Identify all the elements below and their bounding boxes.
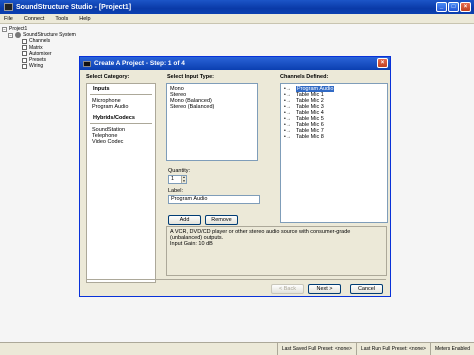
tree-item-wiring[interactable]: Wiring xyxy=(22,63,76,69)
collapse-icon[interactable]: − xyxy=(8,32,13,38)
remove-button[interactable]: Remove xyxy=(205,215,238,225)
input-gain-text: Input Gain: 10 dB xyxy=(170,241,213,247)
category-video-codec[interactable]: Video Codec xyxy=(87,139,155,145)
page-icon xyxy=(22,63,27,69)
app-icon xyxy=(4,3,13,11)
inputs-section-title: Inputs xyxy=(90,84,152,95)
dialog-close-icon[interactable]: × xyxy=(377,58,388,68)
quantity-stepper[interactable]: 1 ▲ ▼ xyxy=(168,175,187,184)
page-icon xyxy=(22,51,27,57)
label-input[interactable]: Program Audio xyxy=(168,195,260,204)
hybrids-section-title: Hybrids/Codecs xyxy=(90,113,152,124)
statusbar: Last Saved Full Preset: <none> Last Run … xyxy=(0,342,474,355)
minimize-icon[interactable]: _ xyxy=(436,2,447,12)
app-titlebar: SoundStructure Studio - [Project1] _ □ × xyxy=(0,0,474,14)
category-header: Select Category: xyxy=(86,74,130,80)
project-tree: − Project1 − SoundStructure System Chann… xyxy=(2,26,76,69)
cancel-button[interactable]: Cancel xyxy=(350,284,383,294)
menu-help[interactable]: Help xyxy=(79,16,90,22)
page-icon xyxy=(22,57,27,63)
last-saved-status: Last Saved Full Preset: <none> xyxy=(276,343,356,355)
channels-list[interactable]: •→ Program Audio •→ Table Mic 1 •→ Table… xyxy=(280,83,388,223)
maximize-icon[interactable]: □ xyxy=(448,2,459,12)
last-run-status: Last Run Full Preset: <none> xyxy=(355,343,430,355)
input-type-header: Select Input Type: xyxy=(167,74,214,80)
dialog-titlebar: Create A Project - Step: 1 of 4 × xyxy=(80,57,390,70)
app-title: SoundStructure Studio - [Project1] xyxy=(16,3,132,11)
back-button[interactable]: < Back xyxy=(271,284,304,294)
dialog-icon xyxy=(83,60,91,67)
channel-row[interactable]: •→ Table Mic 8 xyxy=(281,134,387,140)
menubar: File Connect Tools Help xyxy=(0,14,474,24)
menu-tools[interactable]: Tools xyxy=(55,16,68,22)
meters-status: Meters Enabled xyxy=(429,343,474,355)
divider xyxy=(86,279,386,280)
device-icon xyxy=(15,32,21,39)
next-button[interactable]: Next > xyxy=(308,284,341,294)
description-box: A VCR, DVD/CD player or other stereo aud… xyxy=(166,226,387,276)
dialog-title: Create A Project - Step: 1 of 4 xyxy=(94,60,185,67)
description-text: A VCR, DVD/CD player or other stereo aud… xyxy=(170,229,351,241)
quantity-label: Quantity: xyxy=(168,168,191,174)
collapse-icon[interactable]: − xyxy=(2,26,7,32)
input-type-item[interactable]: Stereo (Balanced) xyxy=(167,104,257,110)
label-label: Label: xyxy=(168,188,183,194)
page-icon xyxy=(22,39,27,44)
create-project-dialog: Create A Project - Step: 1 of 4 × Select… xyxy=(79,56,391,297)
input-type-list[interactable]: Mono Stereo Mono (Balanced) Stereo (Bala… xyxy=(166,83,258,161)
channels-header: Channels Defined: xyxy=(280,74,329,80)
add-button[interactable]: Add xyxy=(168,215,201,225)
page-icon xyxy=(22,45,27,51)
input-arrow-icon: •→ xyxy=(284,134,291,140)
spin-arrows-icon[interactable]: ▲ ▼ xyxy=(181,175,186,183)
menu-connect[interactable]: Connect xyxy=(24,16,45,22)
close-icon[interactable]: × xyxy=(460,2,471,12)
menu-file[interactable]: File xyxy=(4,16,13,22)
category-panel: Inputs Microphone Program Audio Hybrids/… xyxy=(86,83,156,283)
